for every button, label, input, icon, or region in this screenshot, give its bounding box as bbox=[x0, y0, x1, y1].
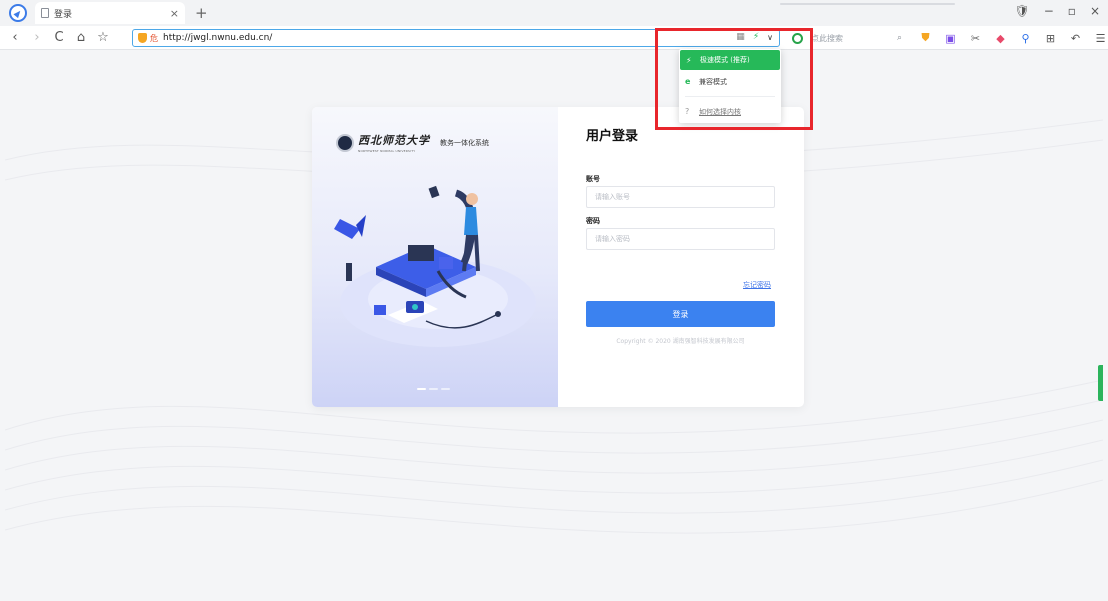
login-card: 西北师范大学 NORTHWEST NORMAL UNIVERSITY 教务一体化… bbox=[312, 107, 804, 407]
browser-titlebar: 登录 × + 🛡 − ▫ × bbox=[0, 0, 1108, 26]
account-input[interactable] bbox=[586, 186, 775, 208]
search-placeholder[interactable]: 点此搜索 bbox=[811, 33, 843, 44]
password-input[interactable] bbox=[586, 228, 775, 250]
search-icon[interactable]: ⌕ bbox=[897, 33, 902, 43]
undo-icon[interactable]: ↶ bbox=[1068, 31, 1083, 45]
url-text[interactable]: http://jwgl.nwnu.edu.cn/ bbox=[163, 33, 272, 43]
banner-panel: 西北师范大学 NORTHWEST NORMAL UNIVERSITY 教务一体化… bbox=[312, 107, 558, 407]
skin-icon[interactable]: 🛡 bbox=[1015, 4, 1030, 18]
login-button[interactable]: 登录 bbox=[586, 301, 775, 327]
account-label: 账号 bbox=[586, 175, 600, 183]
reload-button[interactable]: C bbox=[48, 30, 70, 45]
workspace-illustration bbox=[334, 185, 536, 347]
browser-navbar: ‹ › C ⌂ ☆ 危 http://jwgl.nwnu.edu.cn/ ▦ ⚡… bbox=[0, 26, 1108, 50]
login-form: 用户登录 账号 密码 忘记密码 登录 Copyright © 2020 湖南强智… bbox=[558, 107, 804, 407]
shield-extension-icon[interactable]: ⛊ bbox=[918, 31, 933, 45]
new-tab-button[interactable]: + bbox=[195, 4, 208, 22]
carousel-dot[interactable] bbox=[441, 388, 450, 390]
carousel-dot[interactable] bbox=[417, 388, 426, 390]
university-logo: 西北师范大学 NORTHWEST NORMAL UNIVERSITY 教务一体化… bbox=[336, 132, 489, 153]
university-seal-icon bbox=[336, 133, 354, 152]
system-name: 教务一体化系统 bbox=[440, 138, 489, 147]
game-icon[interactable]: ◆ bbox=[993, 31, 1008, 45]
close-window-button[interactable]: × bbox=[1090, 4, 1100, 18]
carousel-indicators bbox=[417, 388, 450, 390]
extension-toolbar: ⛊ ▣ ✂ ◆ ⚲ ⊞ ↶ ☰ bbox=[918, 31, 1108, 45]
scissors-icon[interactable]: ✂ bbox=[968, 31, 983, 45]
forgot-password-link[interactable]: 忘记密码 bbox=[743, 280, 771, 290]
university-english-name: NORTHWEST NORMAL UNIVERSITY bbox=[358, 149, 416, 153]
tab-title: 登录 bbox=[54, 9, 73, 20]
search-extension-icon[interactable]: ⚲ bbox=[1018, 31, 1033, 45]
back-button[interactable]: ‹ bbox=[4, 30, 26, 45]
document-icon bbox=[41, 8, 49, 18]
favorite-star-icon[interactable]: ☆ bbox=[92, 30, 114, 45]
title-strip bbox=[780, 3, 955, 5]
login-title: 用户登录 bbox=[586, 129, 639, 144]
carousel-dot[interactable] bbox=[429, 388, 438, 390]
security-warning[interactable]: 危 bbox=[150, 33, 158, 44]
window-controls: 🛡 − ▫ × bbox=[1015, 4, 1101, 18]
feedback-side-tab[interactable] bbox=[1098, 365, 1103, 401]
browser-tab[interactable]: 登录 × bbox=[35, 2, 185, 24]
home-button[interactable]: ⌂ bbox=[70, 30, 92, 45]
forward-button[interactable]: › bbox=[26, 30, 48, 45]
note-icon[interactable]: ▣ bbox=[943, 31, 958, 45]
tab-close-button[interactable]: × bbox=[170, 7, 179, 20]
menu-icon[interactable]: ☰ bbox=[1093, 31, 1108, 45]
restore-button[interactable]: ▫ bbox=[1068, 4, 1076, 18]
browser-logo-icon[interactable] bbox=[9, 4, 27, 22]
password-label: 密码 bbox=[586, 217, 600, 225]
grid-icon[interactable]: ⊞ bbox=[1043, 31, 1058, 45]
minimize-button[interactable]: − bbox=[1044, 4, 1054, 18]
university-name: 西北师范大学 bbox=[358, 134, 430, 147]
annotation-highlight-box bbox=[655, 28, 813, 130]
security-shield-icon[interactable] bbox=[138, 33, 147, 43]
copyright-text: Copyright © 2020 湖南强智科技发展有限公司 bbox=[616, 338, 745, 345]
